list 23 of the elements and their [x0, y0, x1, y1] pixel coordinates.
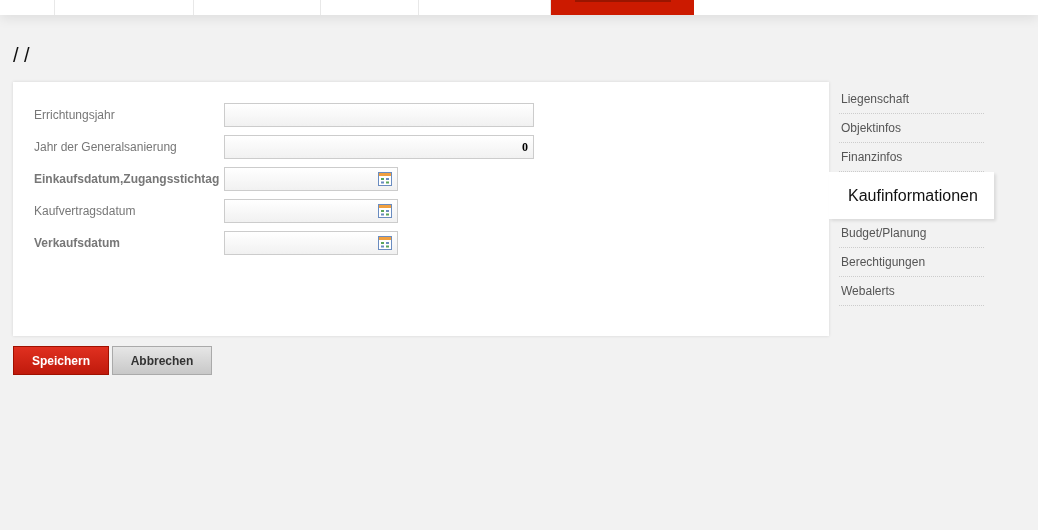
- save-button[interactable]: Speichern: [13, 346, 109, 375]
- calendar-icon[interactable]: [378, 236, 392, 250]
- page-title: / /: [13, 43, 31, 67]
- sidebar-item[interactable]: Liegenschaft: [839, 85, 984, 114]
- sidebar-item[interactable]: Berechtigungen: [839, 248, 984, 277]
- input-field[interactable]: 0: [224, 135, 534, 159]
- field-label: Errichtungsjahr: [34, 107, 116, 124]
- date-field[interactable]: [224, 167, 398, 191]
- calendar-icon[interactable]: [378, 172, 392, 186]
- cancel-button[interactable]: Abbrechen: [112, 346, 212, 375]
- sidebar-item[interactable]: Kaufinformationen: [829, 172, 994, 219]
- nav-tab[interactable]: [551, 0, 694, 15]
- sidebar-item[interactable]: Budget/Planung: [839, 219, 984, 248]
- date-field[interactable]: [224, 199, 398, 223]
- field-label: Einkaufsdatum,Zugangsstichtag: [34, 171, 221, 188]
- sidebar-item[interactable]: Objektinfos: [839, 114, 984, 143]
- input-field[interactable]: [224, 103, 534, 127]
- sidebar-item[interactable]: Webalerts: [839, 277, 984, 306]
- date-field[interactable]: [224, 231, 398, 255]
- calendar-icon[interactable]: [378, 204, 392, 218]
- field-label: Jahr der Generalsanierung: [34, 139, 178, 156]
- field-label: Kaufvertragsdatum: [34, 203, 137, 220]
- field-label: Verkaufsdatum: [34, 235, 122, 252]
